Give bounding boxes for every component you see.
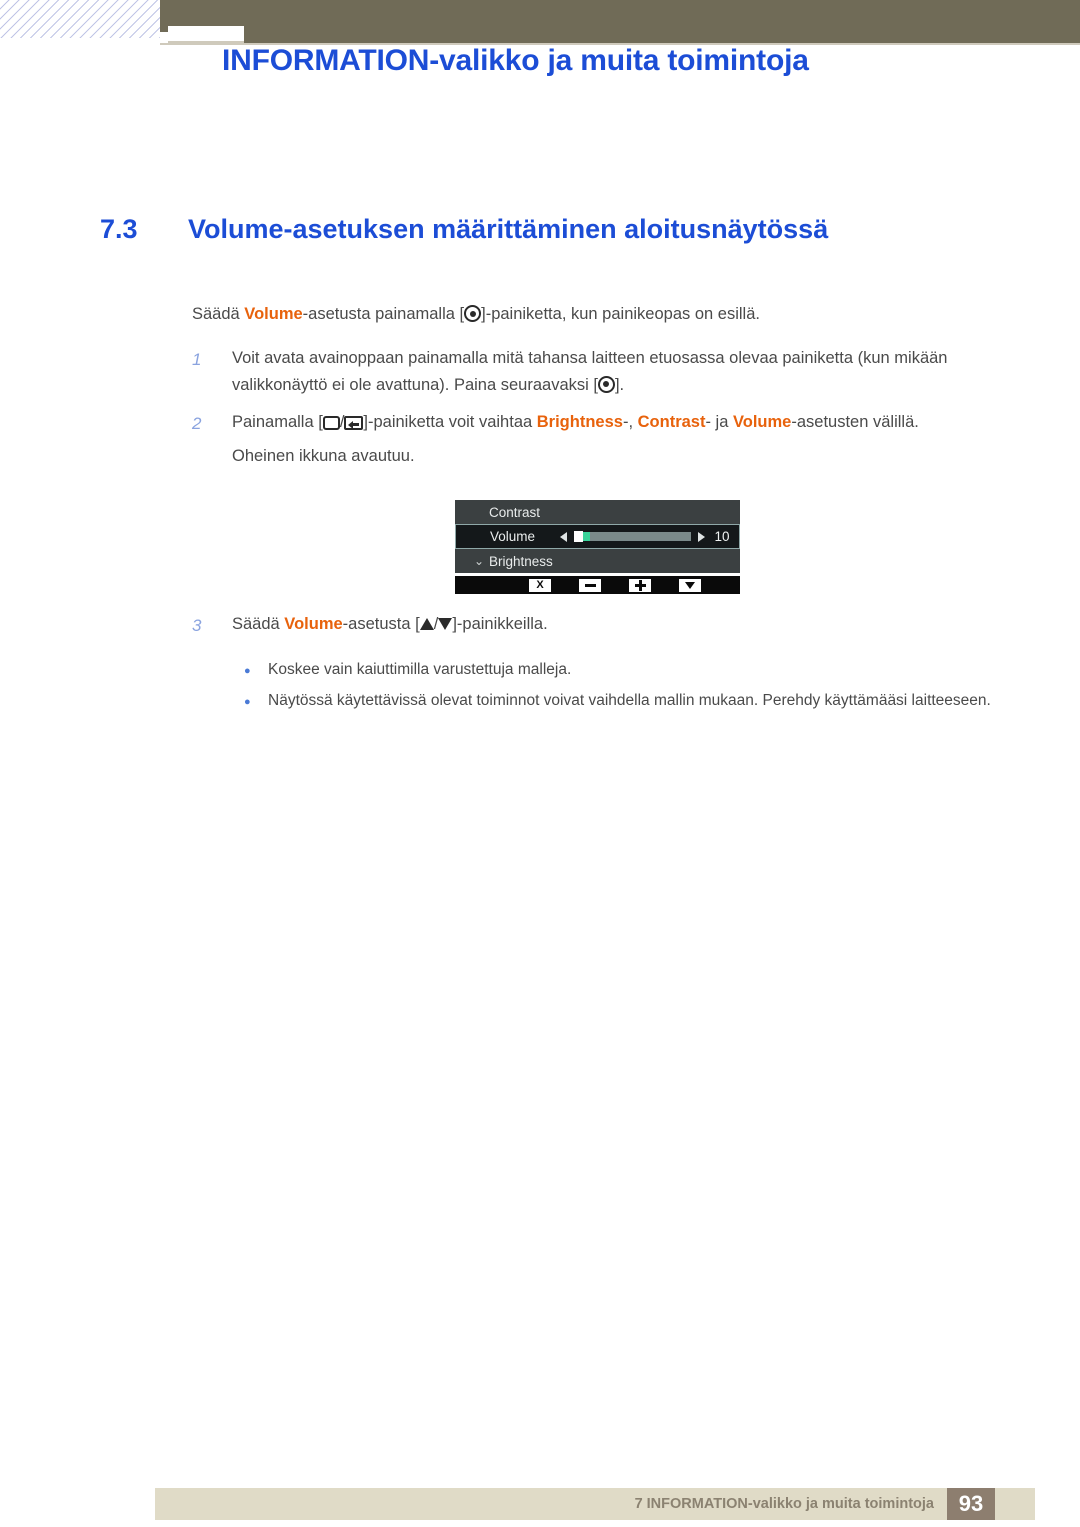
plus-icon-vertical bbox=[638, 579, 642, 591]
step2-text-d: - ja bbox=[705, 413, 733, 431]
note-bullet-1: ● Koskee vain kaiuttimilla varustettuja … bbox=[232, 658, 1022, 683]
down-button[interactable] bbox=[679, 578, 701, 592]
note-bullet-1-text: Koskee vain kaiuttimilla varustettuja ma… bbox=[268, 661, 572, 678]
step2-text-b: ]-painiketta voit vaihtaa bbox=[363, 413, 537, 431]
bullet-dot-icon: ● bbox=[244, 696, 251, 708]
close-button[interactable]: X bbox=[529, 578, 551, 592]
osd-label-contrast: Contrast bbox=[489, 504, 541, 520]
volume-slider-fill bbox=[582, 532, 590, 541]
step-item-2: 2 Painamalla [/]-painiketta voit vaihtaa… bbox=[192, 409, 1014, 469]
osd-row-volume[interactable]: Volume 10 bbox=[455, 524, 740, 549]
lead-text-part2: -asetusta painamalla [ bbox=[302, 305, 465, 323]
chevron-down-icon: ⌄ bbox=[473, 554, 485, 568]
step-number-1: 1 bbox=[192, 350, 202, 369]
step1-text-b: ]. bbox=[614, 375, 625, 394]
volume-value: 10 bbox=[714, 529, 730, 544]
triangle-down-icon bbox=[438, 618, 453, 630]
section-number: 7.3 bbox=[100, 214, 138, 244]
header-tab-notch bbox=[168, 26, 244, 43]
triangle-down-icon bbox=[685, 581, 695, 589]
note-bullet-2-text: Näytössä käytettävissä olevat toiminnot … bbox=[268, 692, 991, 709]
osd-panel: Contrast Volume 10 ⌄ Brightness bbox=[455, 500, 740, 573]
step2-text-a: Painamalla [ bbox=[232, 413, 323, 431]
footer-chapter-label: 7 INFORMATION-valikko ja muita toimintoj… bbox=[634, 1496, 934, 1512]
header-bar bbox=[160, 0, 1080, 32]
osd-preview-widget: Contrast Volume 10 ⌄ Brightness X bbox=[455, 500, 740, 594]
step3-keyword-volume: Volume bbox=[284, 615, 343, 633]
osd-row-brightness[interactable]: ⌄ Brightness bbox=[455, 549, 740, 573]
jog-button-icon bbox=[464, 305, 482, 322]
manual-page: INFORMATION-valikko ja muita toimintoja … bbox=[0, 0, 1080, 1527]
back-button-icon bbox=[322, 416, 340, 430]
plus-button[interactable] bbox=[629, 578, 651, 592]
step-number-2: 2 bbox=[192, 414, 202, 433]
arrow-left-icon[interactable] bbox=[560, 531, 567, 542]
lead-paragraph: Säädä Volume-asetusta painamalla [ ]-pain… bbox=[192, 302, 1012, 327]
step2-keyword-contrast: Contrast bbox=[637, 413, 706, 431]
arrow-right-icon[interactable] bbox=[698, 531, 705, 542]
close-icon: X bbox=[536, 578, 544, 591]
step-item-1: 1 Voit avata avainoppaan painamalla mitä… bbox=[192, 345, 1014, 398]
step1-text-a: Voit avata avainoppaan painamalla mitä t… bbox=[232, 349, 948, 394]
step2-keyword-volume: Volume bbox=[732, 413, 792, 431]
step-body-1: Voit avata avainoppaan painamalla mitä t… bbox=[232, 345, 1014, 398]
step-body-3: Säädä Volume-asetusta [/]-painikkeilla. bbox=[232, 611, 1014, 640]
step2-followup-text: Oheinen ikkuna avautuu. bbox=[232, 446, 415, 465]
lead-keyword-volume: Volume bbox=[244, 305, 303, 323]
lead-text-part1: Säädä bbox=[192, 305, 245, 323]
step-number-3: 3 bbox=[192, 616, 202, 635]
return-button-icon bbox=[344, 416, 364, 430]
header-bar-lower bbox=[244, 32, 1080, 43]
step-item-3: 3 Säädä Volume-asetusta [/]-painikkeilla… bbox=[192, 611, 1014, 640]
step-body-2: Painamalla [/]-painiketta voit vaihtaa B… bbox=[232, 409, 1014, 469]
osd-button-bar: X bbox=[455, 576, 740, 594]
note-bullet-2: ● Näytössä käytettävissä olevat toiminno… bbox=[232, 689, 1022, 714]
osd-label-volume: Volume bbox=[490, 529, 536, 544]
step3-text-c: ]-painikkeilla. bbox=[452, 615, 548, 633]
lead-text-part3: ]-painiketta, kun painikeopas on esillä. bbox=[481, 305, 760, 323]
section-title: Volume-asetuksen määrittäminen aloitusnä… bbox=[188, 214, 829, 244]
triangle-up-icon bbox=[419, 618, 434, 630]
page-header-title: INFORMATION-valikko ja muita toimintoja bbox=[222, 44, 809, 77]
volume-slider-track[interactable] bbox=[574, 531, 691, 542]
minus-icon bbox=[584, 583, 596, 587]
step3-text-a: Säädä bbox=[232, 615, 285, 633]
footer-page-number: 93 bbox=[947, 1488, 995, 1520]
osd-label-brightness: Brightness bbox=[489, 553, 553, 569]
header-hatch-decoration bbox=[0, 0, 160, 38]
page-footer: 7 INFORMATION-valikko ja muita toimintoj… bbox=[155, 1488, 1035, 1520]
step2-text-c: -, bbox=[622, 413, 638, 431]
step3-text-b: -asetusta [ bbox=[342, 615, 420, 633]
volume-slider-handle[interactable] bbox=[574, 531, 583, 542]
section-heading: 7.3 Volume-asetuksen määrittäminen aloit… bbox=[100, 214, 1000, 245]
step2-keyword-brightness: Brightness bbox=[536, 413, 623, 431]
minus-button[interactable] bbox=[579, 578, 601, 592]
bullet-dot-icon: ● bbox=[244, 665, 251, 677]
osd-row-contrast[interactable]: Contrast bbox=[455, 500, 740, 524]
jog-button-icon bbox=[597, 375, 615, 393]
step2-text-e: -asetusten välillä. bbox=[791, 413, 919, 431]
